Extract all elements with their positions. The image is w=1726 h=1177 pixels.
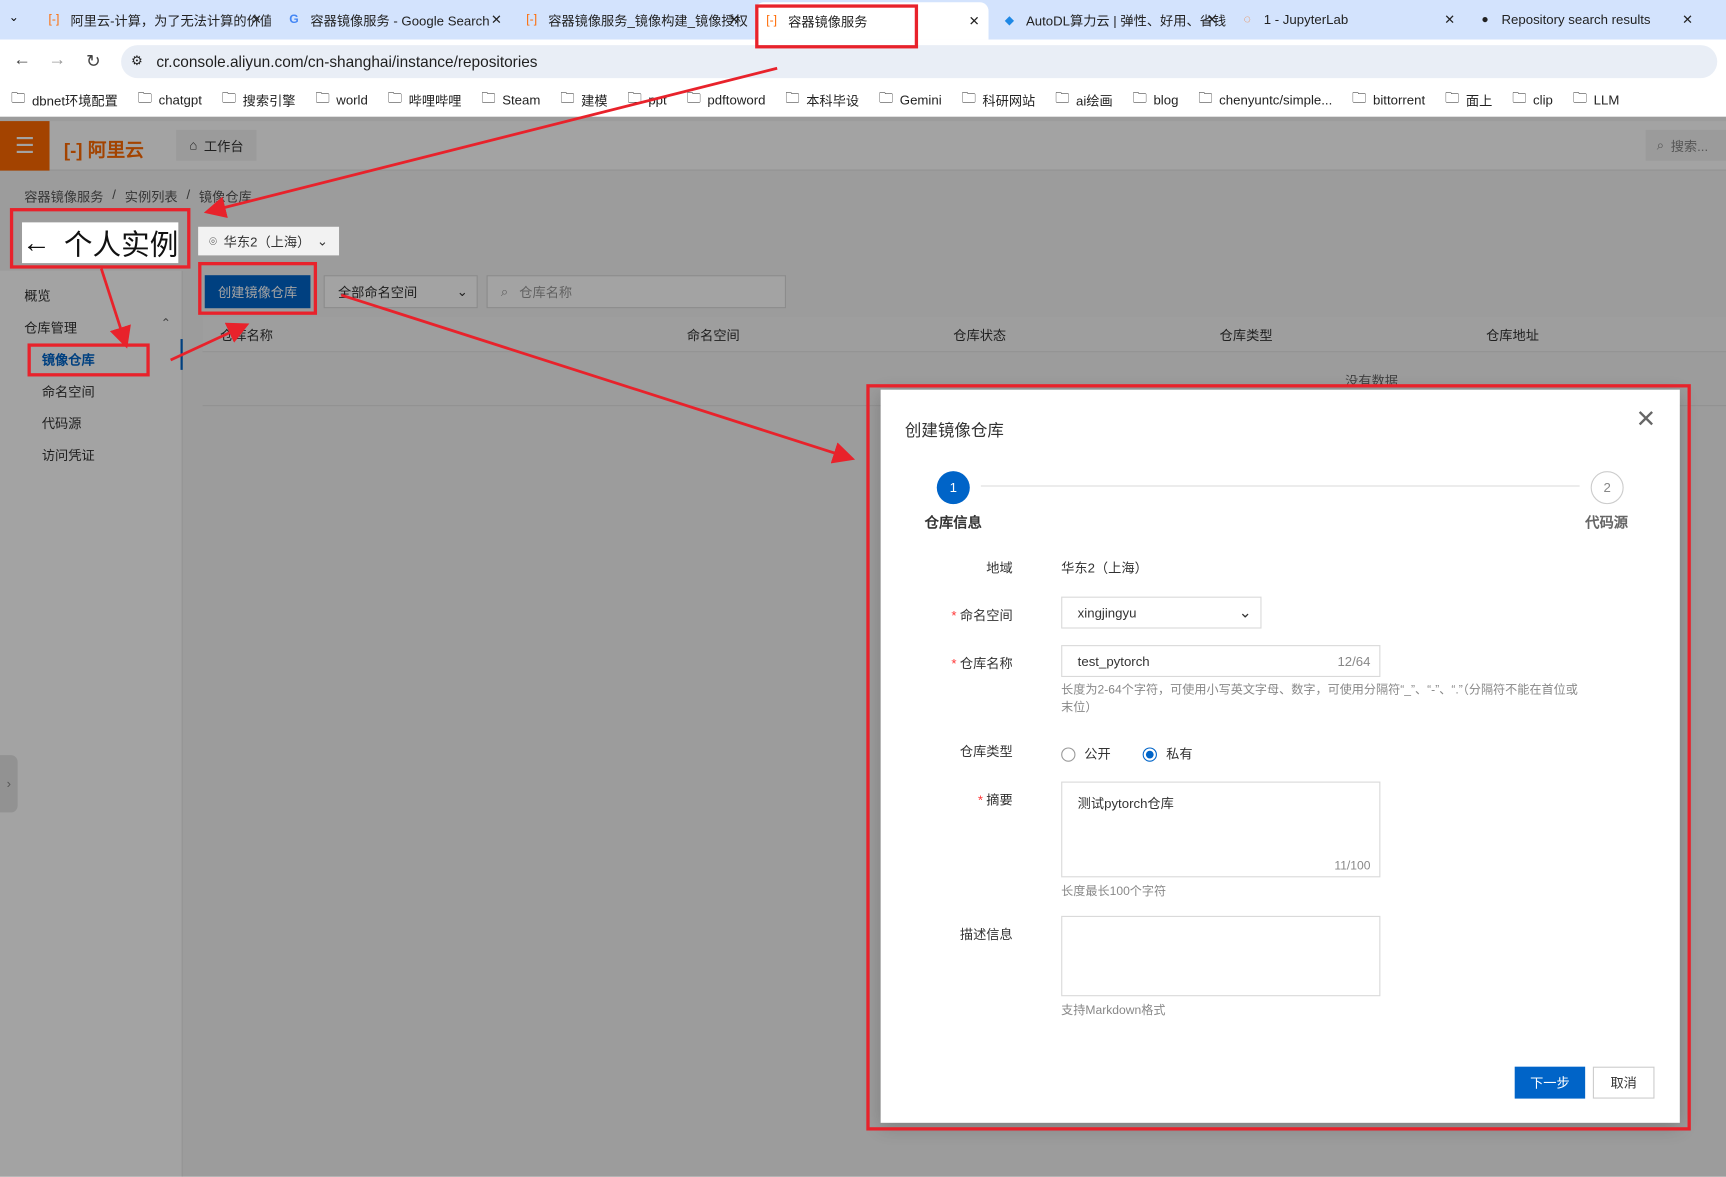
- chevron-down-icon: ⌄: [316, 233, 328, 249]
- annotation-arrow: [203, 66, 778, 218]
- annotation-arrows: [99, 66, 856, 464]
- back-arrow-icon[interactable]: ←: [22, 226, 51, 260]
- annotation-arrow: [170, 322, 250, 362]
- annotation-arrow: [99, 268, 131, 349]
- page-title: ← 个人实例: [22, 222, 178, 264]
- region-selector[interactable]: ⌾ 华东2（上海） ⌄: [198, 226, 339, 256]
- annotation-arrow: [340, 293, 856, 464]
- location-icon: ⌾: [209, 232, 218, 249]
